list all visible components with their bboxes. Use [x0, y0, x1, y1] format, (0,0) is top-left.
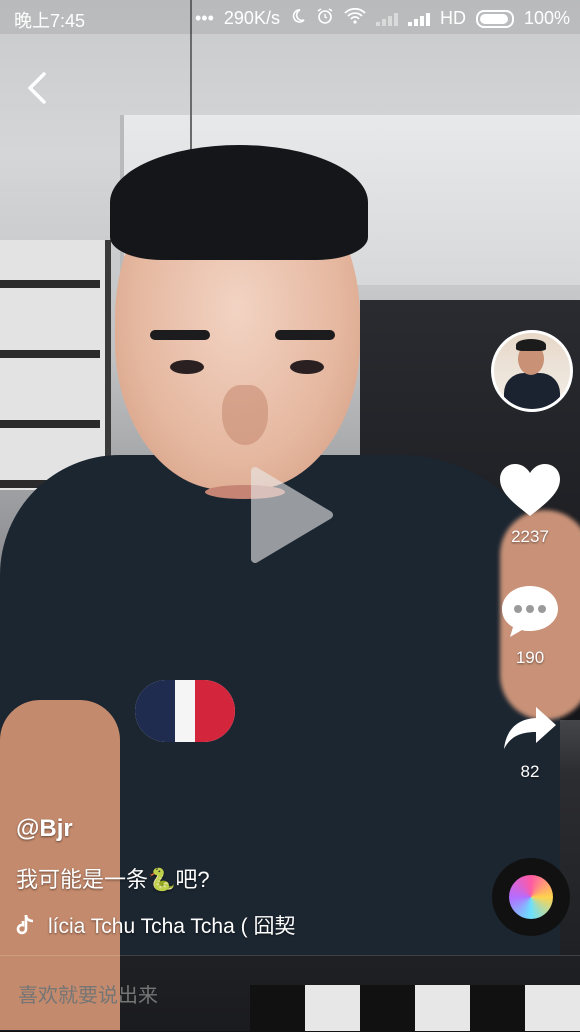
- comment-button[interactable]: 190: [490, 583, 570, 668]
- network-speed: 290K/s: [223, 8, 280, 28]
- person-eye: [290, 360, 324, 374]
- person-eyebrow: [275, 330, 335, 340]
- music-disc[interactable]: [492, 858, 570, 936]
- author-username[interactable]: @Bjr: [16, 815, 73, 843]
- chat-bubble-icon: [502, 586, 558, 637]
- like-button[interactable]: 2237: [490, 462, 570, 547]
- music-title: lícia Tchu Tcha Tcha ( 囧契: [48, 915, 296, 938]
- comment-count: 190: [515, 648, 545, 667]
- chevron-left-icon: [28, 72, 46, 104]
- person-eye: [170, 360, 204, 374]
- tiktok-note-icon: [16, 914, 34, 935]
- network-type: HD: [439, 8, 466, 28]
- avatar-hair: [516, 339, 546, 351]
- moon-icon: [290, 8, 306, 29]
- status-bar: 晚上7:45 ••• 290K/s HD 100%: [0, 0, 580, 34]
- alarm-icon: [316, 7, 334, 30]
- person-nose: [222, 385, 268, 445]
- shoe-shelf: [0, 240, 111, 490]
- back-button[interactable]: [22, 70, 54, 106]
- wifi-icon: [344, 7, 366, 29]
- comment-bar: [0, 955, 580, 1032]
- status-dots: •••: [195, 8, 214, 28]
- person-hair: [110, 145, 368, 260]
- signal-weak-icon: [375, 12, 398, 26]
- battery-level: 100%: [523, 8, 570, 28]
- author-avatar[interactable]: [491, 330, 573, 412]
- shirt-logo: [135, 680, 235, 742]
- comment-input[interactable]: [16, 984, 420, 1009]
- post-caption: 我可能是一条🐍吧?: [16, 867, 210, 892]
- signal-strong-icon: [407, 12, 430, 26]
- play-icon: [251, 467, 333, 563]
- battery-icon: [475, 9, 514, 28]
- disc-cover: [509, 875, 553, 919]
- avatar-body: [504, 373, 560, 409]
- share-button[interactable]: 82: [490, 703, 570, 782]
- music-info[interactable]: lícia Tchu Tcha Tcha ( 囧契: [16, 910, 316, 940]
- like-count: 2237: [511, 527, 549, 546]
- play-button[interactable]: [245, 465, 335, 565]
- status-icons: ••• 290K/s HD 100%: [195, 7, 570, 30]
- heart-icon: [500, 464, 560, 516]
- person-eyebrow: [150, 330, 210, 340]
- status-time: 晚上7:45: [14, 11, 86, 31]
- share-count: 82: [520, 762, 540, 781]
- share-arrow-icon: [504, 707, 556, 749]
